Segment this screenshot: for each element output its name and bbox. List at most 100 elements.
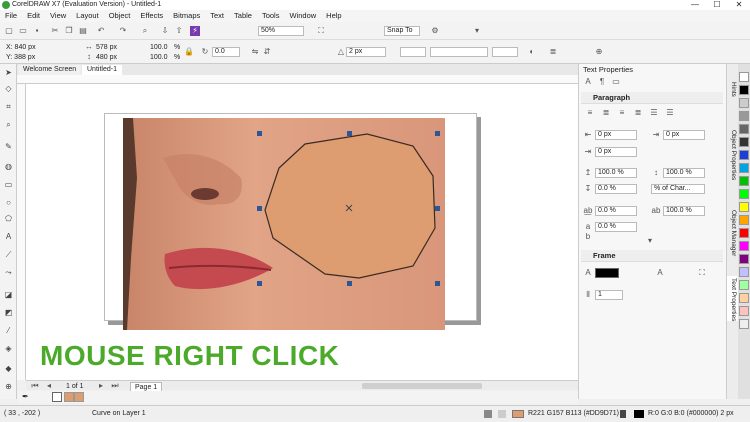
outline-width-select[interactable]: 2 px [346,47,386,57]
selection-handle-br[interactable] [435,281,440,286]
align-center-icon[interactable]: ≡ [617,108,627,118]
fill-color-swatch[interactable] [512,410,524,418]
palette-swatch[interactable] [739,306,749,316]
space-after-field[interactable]: 0.0 % [595,184,637,194]
palette-swatch[interactable] [739,176,749,186]
palette-swatch[interactable] [739,293,749,303]
palette-swatch[interactable] [739,137,749,147]
add-tool-icon[interactable]: ⊕ [4,382,13,391]
parallel-dimension-icon[interactable]: ⟋ [4,250,13,259]
selection-handle-tl[interactable] [257,131,262,136]
palette-swatch[interactable] [739,72,749,82]
smart-fill-icon[interactable]: ◍ [4,162,13,171]
more-options-icon[interactable]: ▾ [645,236,655,246]
launch-icon[interactable]: ▾ [472,26,482,36]
frame-icon[interactable]: ▭ [611,77,621,87]
columns-field[interactable]: 1 [595,290,623,300]
align-none-icon[interactable]: ≡ [585,108,595,118]
palette-swatch[interactable] [739,202,749,212]
palette-swatch[interactable] [739,267,749,277]
eyedropper-small-icon[interactable]: ✒ [22,392,32,402]
smart-fill-2-icon[interactable]: ◆ [4,364,13,373]
justify-icon[interactable]: ☰ [649,108,659,118]
ellipse-tool-icon[interactable]: ○ [4,198,13,207]
menu-help[interactable]: Help [321,10,346,22]
lock-ratio-icon[interactable]: 🔒 [184,47,194,57]
vertical-ruler[interactable] [17,84,26,380]
prev-page-icon[interactable]: ◂ [44,381,54,391]
crop-tool-icon[interactable]: ⌗ [4,102,13,111]
character-icon[interactable]: A [583,77,593,87]
frame-edit-icon[interactable]: ⛶ [697,268,707,278]
menu-file[interactable]: File [0,10,22,22]
end-arrowhead-select[interactable] [492,47,518,57]
scale-x-field[interactable]: 100.0 [150,43,168,52]
shape-tool-icon[interactable]: ◇ [4,84,13,93]
transparency-icon[interactable]: ◩ [4,308,13,317]
zoom-tool-icon[interactable]: ⌕ [4,120,13,129]
height-field[interactable]: 480 px [96,53,117,62]
frame-section-header[interactable]: Frame [581,250,723,262]
tab-untitled-1[interactable]: Untitled-1 [82,65,122,75]
paragraph-icon[interactable]: ¶ [597,77,607,87]
palette-swatch[interactable] [739,189,749,199]
force-justify-icon[interactable]: ☰ [665,108,675,118]
minimize-button[interactable]: — [684,0,706,10]
mirror-v-icon[interactable]: ⇵ [262,47,272,57]
selection-handle-tc[interactable] [347,131,352,136]
interactive-fill-icon[interactable]: ◈ [4,344,13,353]
undo-icon[interactable]: ↶ [96,26,106,36]
options-icon[interactable]: ⚙ [430,26,440,36]
menu-edit[interactable]: Edit [22,10,45,22]
x-position-field[interactable]: X: 840 px [6,43,36,52]
text-tool-icon[interactable]: A [4,232,13,241]
paste-icon[interactable]: ▤ [78,26,88,36]
palette-swatch[interactable] [739,319,749,329]
search-content-icon[interactable]: ⌕ [140,26,150,36]
tab-welcome-screen[interactable]: Welcome Screen [18,65,82,75]
export-icon[interactable]: ⇧ [174,26,184,36]
palette-swatch[interactable] [739,215,749,225]
right-indent-field[interactable]: 0 px [595,147,637,157]
horizontal-scrollbar[interactable] [362,383,482,389]
menu-window[interactable]: Window [284,10,321,22]
selection-handle-tr[interactable] [435,131,440,136]
first-line-indent-field[interactable]: 0 px [663,130,705,140]
rotation-angle-field[interactable]: 0.0 [212,47,240,57]
space-before-field[interactable]: 100.0 % [595,168,637,178]
horizontal-ruler[interactable] [17,75,578,84]
menu-view[interactable]: View [45,10,71,22]
frame-text-icon[interactable]: A [655,268,665,278]
close-button[interactable]: ✕ [728,0,750,10]
outline-color-swatch[interactable] [634,410,644,418]
menu-layout[interactable]: Layout [71,10,104,22]
spacing-units-select[interactable]: % of Char... [651,184,705,194]
zoom-level-select[interactable]: 50% [258,26,304,36]
pick-tool-icon[interactable]: ➤ [4,68,13,77]
freehand-tool-icon[interactable]: ✎ [4,142,13,151]
selection-handle-bc[interactable] [347,281,352,286]
copy-icon[interactable]: ❐ [64,26,74,36]
align-right-icon[interactable]: ≣ [633,108,643,118]
selected-curve[interactable] [255,128,445,288]
snap-to-select[interactable]: Snap To [384,26,420,36]
rectangle-tool-icon[interactable]: ▭ [4,180,13,189]
menu-text[interactable]: Text [205,10,229,22]
selection-handle-ml[interactable] [257,206,262,211]
menu-object[interactable]: Object [104,10,136,22]
full-screen-icon[interactable]: ⛶ [316,26,326,36]
maximize-button[interactable]: ☐ [706,0,728,10]
frame-background-color[interactable] [595,268,619,278]
menu-bitmaps[interactable]: Bitmaps [168,10,205,22]
mirror-h-icon[interactable]: ⇋ [250,47,260,57]
start-arrowhead-select[interactable] [400,47,426,57]
close-curve-icon[interactable]: ◖ [526,47,536,57]
wrap-text-icon[interactable]: ≣ [548,47,558,57]
drop-shadow-icon[interactable]: ◪ [4,290,13,299]
palette-swatch[interactable] [739,124,749,134]
align-left-icon[interactable]: ≣ [601,108,611,118]
palette-swatch[interactable] [739,280,749,290]
save-icon[interactable]: ▪ [32,26,42,36]
line-style-select[interactable] [430,47,488,57]
palette-swatch[interactable] [739,228,749,238]
